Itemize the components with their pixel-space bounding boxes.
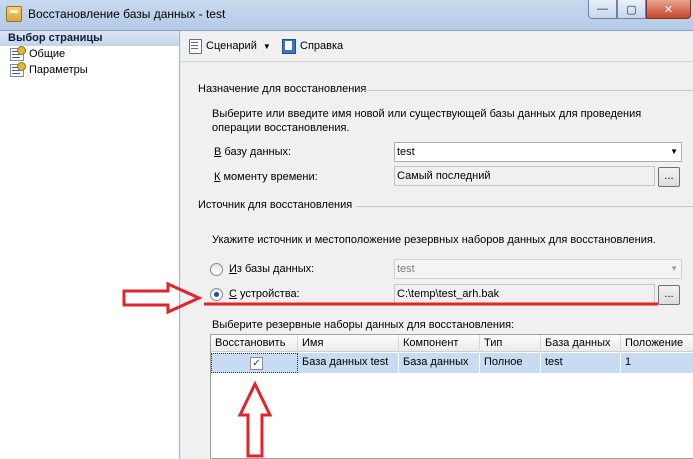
column-header-component[interactable]: Компонент bbox=[399, 335, 480, 352]
column-header-position[interactable]: Положение bbox=[621, 335, 693, 352]
target-db-value: test bbox=[397, 146, 415, 158]
page-selector-pane: Выбор страницы Общие Параметры bbox=[0, 31, 180, 459]
restore-checkbox[interactable]: ✓ bbox=[250, 357, 263, 370]
chevron-down-icon[interactable]: ▼ bbox=[670, 143, 678, 161]
destination-description-line2: операции восстановления. bbox=[212, 122, 350, 134]
from-device-label: С устройства: bbox=[229, 288, 300, 300]
component-cell: База данных bbox=[399, 353, 480, 373]
point-in-time-value: Самый последний bbox=[397, 170, 491, 182]
script-icon bbox=[187, 38, 203, 54]
page-icon bbox=[10, 45, 26, 61]
column-header-type[interactable]: Тип bbox=[480, 335, 541, 352]
main-pane: Сценарий ▼ Справка Назначение для восста… bbox=[181, 31, 693, 459]
help-button[interactable]: Справка bbox=[281, 38, 343, 54]
from-database-combo[interactable]: test ▼ bbox=[394, 259, 682, 279]
page-item-label: Общие bbox=[29, 48, 66, 60]
from-database-radio[interactable] bbox=[210, 263, 223, 276]
page-icon bbox=[10, 61, 26, 77]
database-cell: test bbox=[541, 353, 621, 373]
from-database-label: Из базы данных: bbox=[229, 263, 315, 275]
toolbar: Сценарий ▼ Справка bbox=[181, 31, 693, 62]
window-controls: — ▢ ✕ bbox=[588, 0, 691, 19]
chevron-down-icon[interactable]: ▼ bbox=[670, 260, 678, 278]
from-device-field: C:\temp\test_arh.bak bbox=[394, 284, 655, 304]
help-icon bbox=[281, 38, 297, 54]
point-in-time-label: К моменту времени: bbox=[214, 171, 318, 183]
grid-header: Восстановить Имя Компонент Тип База данн… bbox=[211, 335, 693, 352]
window-title: Восстановление базы данных - test bbox=[28, 7, 226, 21]
page-selector-header: Выбор страницы bbox=[0, 31, 179, 46]
title-bar: Восстановление базы данных - test — ▢ ✕ bbox=[0, 0, 693, 31]
restore-cell[interactable]: ✓ bbox=[211, 353, 298, 373]
minimize-button[interactable]: — bbox=[588, 0, 617, 19]
help-label: Справка bbox=[300, 40, 344, 52]
from-device-value: C:\temp\test_arh.bak bbox=[397, 288, 500, 300]
destination-section-title: Назначение для восстановления bbox=[198, 83, 367, 95]
position-cell: 1 bbox=[625, 356, 632, 368]
script-label: Сценарий bbox=[206, 40, 257, 52]
script-button[interactable]: Сценарий ▼ bbox=[187, 38, 271, 54]
close-button[interactable]: ✕ bbox=[646, 0, 691, 19]
section-divider bbox=[356, 206, 693, 207]
column-header-database[interactable]: База данных bbox=[541, 335, 621, 352]
page-item-label: Параметры bbox=[29, 64, 88, 76]
from-device-radio[interactable] bbox=[210, 288, 223, 301]
backup-sets-grid[interactable]: Восстановить Имя Компонент Тип База данн… bbox=[210, 334, 693, 459]
column-header-restore[interactable]: Восстановить bbox=[211, 335, 298, 352]
chevron-down-icon[interactable]: ▼ bbox=[263, 42, 271, 51]
point-in-time-field: Самый последний bbox=[394, 166, 655, 186]
backup-sets-label: Выберите резервные наборы данных для вос… bbox=[212, 319, 515, 331]
source-section-title: Источник для восстановления bbox=[198, 199, 353, 211]
section-divider bbox=[364, 90, 693, 91]
point-in-time-browse-button[interactable]: ... bbox=[658, 167, 680, 187]
table-row[interactable]: ✓ База данных test База данных Полное te… bbox=[211, 353, 693, 373]
name-cell: База данных test bbox=[298, 353, 399, 373]
column-header-name[interactable]: Имя bbox=[298, 335, 399, 352]
maximize-button[interactable]: ▢ bbox=[617, 0, 646, 19]
page-item-general[interactable]: Общие bbox=[0, 45, 179, 62]
type-cell: Полное bbox=[480, 353, 541, 373]
page-item-options[interactable]: Параметры bbox=[0, 61, 179, 78]
from-device-browse-button[interactable]: ... bbox=[658, 285, 680, 305]
database-icon bbox=[6, 6, 22, 22]
target-db-label: В базу данных: bbox=[214, 146, 292, 158]
destination-description-line1: Выберите или введите имя новой или сущес… bbox=[212, 108, 642, 120]
from-database-value: test bbox=[397, 263, 415, 275]
source-description: Укажите источник и местоположение резерв… bbox=[212, 234, 656, 246]
target-db-combo[interactable]: test ▼ bbox=[394, 142, 682, 162]
